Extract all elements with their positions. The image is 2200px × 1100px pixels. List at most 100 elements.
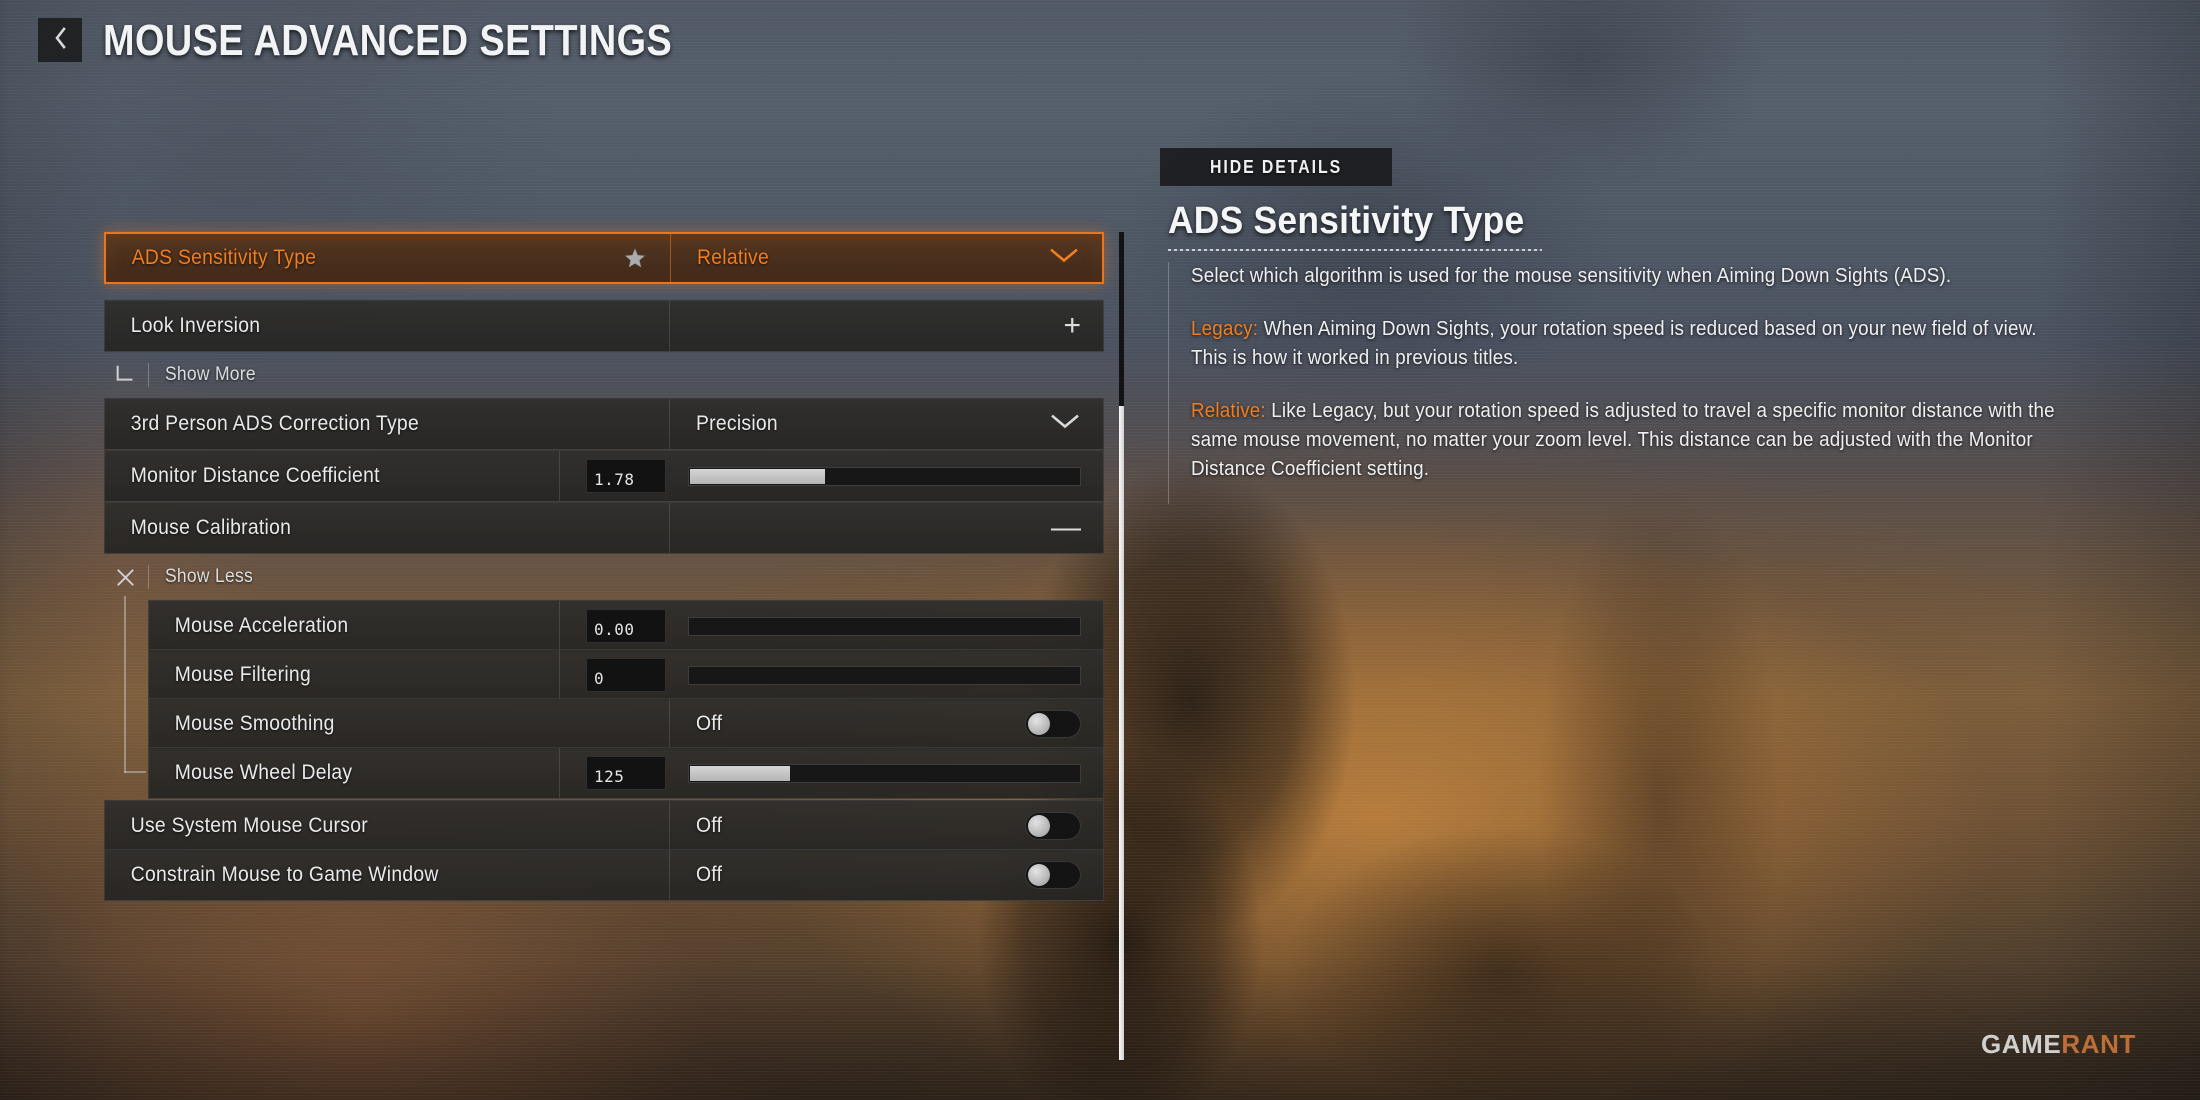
- settings-scrollbar-track[interactable]: [1119, 232, 1124, 1060]
- setting-value: Precision: [696, 412, 778, 435]
- details-legacy-paragraph: Legacy: When Aiming Down Sights, your ro…: [1191, 315, 2076, 373]
- setting-row-constrain-mouse-to-game-window[interactable]: Constrain Mouse to Game Window Off: [104, 849, 1104, 901]
- page-header: MOUSE ADVANCED SETTINGS: [0, 0, 2200, 96]
- expander-show-more[interactable]: Show More: [112, 358, 264, 392]
- setting-value-cell[interactable]: Off: [670, 699, 1103, 749]
- expander-label: Show Less: [165, 566, 253, 587]
- close-x-icon: [112, 564, 138, 590]
- page-title: MOUSE ADVANCED SETTINGS: [103, 16, 673, 65]
- chevron-down-icon[interactable]: [1051, 414, 1079, 435]
- relative-description: Like Legacy, but your rotation speed is …: [1191, 400, 2055, 480]
- details-title: ADS Sensitivity Type: [1168, 200, 1525, 242]
- setting-label-cell: Mouse Filtering: [149, 650, 560, 700]
- details-relative-paragraph: Relative: Like Legacy, but your rotation…: [1191, 397, 2076, 484]
- setting-label-cell: Constrain Mouse to Game Window: [105, 850, 670, 900]
- expander-divider: [148, 565, 149, 589]
- details-body: Select which algorithm is used for the m…: [1168, 262, 2133, 504]
- settings-scrollbar-thumb[interactable]: [1119, 405, 1124, 1060]
- setting-row-mouse-filtering[interactable]: Mouse Filtering 0: [148, 649, 1104, 701]
- setting-number-box[interactable]: 1.78: [586, 459, 666, 493]
- setting-label: Look Inversion: [130, 314, 261, 337]
- setting-value: Off: [696, 863, 723, 886]
- setting-slider[interactable]: [688, 466, 1081, 486]
- expander-show-less[interactable]: Show Less: [112, 560, 261, 594]
- setting-row-mouse-wheel-delay[interactable]: Mouse Wheel Delay 125: [148, 747, 1104, 799]
- chevron-down-icon[interactable]: [1050, 248, 1078, 269]
- setting-row-monitor-distance-coefficient[interactable]: Monitor Distance Coefficient 1.78: [104, 450, 1104, 502]
- setting-row-mouse-calibration[interactable]: Mouse Calibration —: [104, 502, 1104, 554]
- setting-row-mouse-smoothing[interactable]: Mouse Smoothing Off: [148, 698, 1104, 750]
- setting-value-cell[interactable]: +: [670, 301, 1103, 351]
- relative-term: Relative:: [1191, 400, 1266, 422]
- setting-toggle[interactable]: [1025, 812, 1081, 840]
- setting-slider[interactable]: [688, 665, 1081, 685]
- corner-bracket-icon: [112, 362, 138, 388]
- setting-value-cell[interactable]: Precision: [670, 399, 1103, 449]
- back-button[interactable]: [38, 18, 82, 62]
- setting-value-cell[interactable]: 125: [560, 748, 1103, 798]
- setting-label: Monitor Distance Coefficient: [130, 464, 380, 487]
- watermark-rant: RANT: [2061, 1029, 2136, 1059]
- gamerant-watermark: GAMERANT: [1981, 1029, 2136, 1060]
- setting-label: Mouse Smoothing: [174, 712, 335, 735]
- setting-value-cell[interactable]: Relative: [671, 234, 1102, 282]
- setting-number-box[interactable]: 0: [586, 658, 666, 692]
- slider-fill: [690, 468, 825, 484]
- setting-slider[interactable]: [688, 616, 1081, 636]
- toggle-knob: [1028, 815, 1050, 837]
- setting-label-cell: Look Inversion: [105, 301, 670, 351]
- setting-row-use-system-mouse-cursor[interactable]: Use System Mouse Cursor Off: [104, 800, 1104, 852]
- setting-value-cell[interactable]: 0: [560, 650, 1103, 700]
- setting-label-cell: Monitor Distance Coefficient: [105, 451, 560, 501]
- setting-value: Off: [696, 814, 723, 837]
- setting-label: Mouse Filtering: [174, 663, 311, 686]
- setting-value: Relative: [697, 246, 770, 269]
- setting-value-cell[interactable]: —: [670, 503, 1103, 553]
- setting-label: Constrain Mouse to Game Window: [130, 863, 439, 886]
- setting-label: Mouse Wheel Delay: [174, 761, 353, 784]
- details-title-underline: [1168, 249, 1542, 251]
- setting-value-cell[interactable]: 0.00: [560, 601, 1103, 651]
- setting-label: 3rd Person ADS Correction Type: [130, 412, 419, 435]
- setting-label-cell: Mouse Smoothing: [149, 699, 670, 749]
- favorite-star-icon[interactable]: [624, 247, 646, 269]
- setting-label-cell: 3rd Person ADS Correction Type: [105, 399, 670, 449]
- minus-icon[interactable]: —: [1051, 513, 1081, 543]
- nested-tree-line: [124, 596, 126, 773]
- setting-label: Use System Mouse Cursor: [130, 814, 368, 837]
- setting-number-box[interactable]: 0.00: [586, 609, 666, 643]
- setting-label-cell: Mouse Calibration: [105, 503, 670, 553]
- details-panel: HIDE DETAILS ADS Sensitivity Type Select…: [1160, 0, 2170, 1100]
- hide-details-label: HIDE DETAILS: [1209, 156, 1343, 177]
- setting-row-ads-sensitivity-type[interactable]: ADS Sensitivity Type Relative: [104, 232, 1104, 284]
- setting-row-mouse-acceleration[interactable]: Mouse Acceleration 0.00: [148, 600, 1104, 652]
- watermark-game: GAME: [1980, 1029, 2062, 1059]
- expander-divider: [148, 363, 149, 387]
- setting-label: Mouse Acceleration: [174, 614, 349, 637]
- setting-toggle[interactable]: [1025, 861, 1081, 889]
- hide-details-button[interactable]: HIDE DETAILS: [1160, 148, 1392, 186]
- setting-value-cell[interactable]: 1.78: [560, 451, 1103, 501]
- setting-label-cell: ADS Sensitivity Type: [106, 234, 671, 282]
- setting-value: Off: [696, 712, 723, 735]
- details-intro-paragraph: Select which algorithm is used for the m…: [1191, 265, 1952, 287]
- setting-label: Mouse Calibration: [130, 516, 292, 539]
- setting-label-cell: Mouse Acceleration: [149, 601, 560, 651]
- setting-number-box[interactable]: 125: [586, 756, 666, 790]
- setting-label-cell: Mouse Wheel Delay: [149, 748, 560, 798]
- setting-row-look-inversion[interactable]: Look Inversion +: [104, 300, 1104, 352]
- setting-value-cell[interactable]: Off: [670, 850, 1103, 900]
- setting-toggle[interactable]: [1025, 710, 1081, 738]
- legacy-description: When Aiming Down Sights, your rotation s…: [1191, 318, 2037, 369]
- toggle-knob: [1028, 864, 1050, 886]
- plus-icon[interactable]: +: [1063, 311, 1081, 341]
- slider-fill: [690, 765, 790, 781]
- setting-value-cell[interactable]: Off: [670, 801, 1103, 851]
- legacy-term: Legacy:: [1191, 318, 1259, 340]
- setting-slider[interactable]: [688, 763, 1081, 783]
- setting-label: ADS Sensitivity Type: [131, 246, 317, 269]
- setting-row-3rd-person-ads-correction-type[interactable]: 3rd Person ADS Correction Type Precision: [104, 398, 1104, 450]
- chevron-left-icon: [53, 26, 68, 54]
- nested-tree-foot: [124, 771, 146, 773]
- setting-label-cell: Use System Mouse Cursor: [105, 801, 670, 851]
